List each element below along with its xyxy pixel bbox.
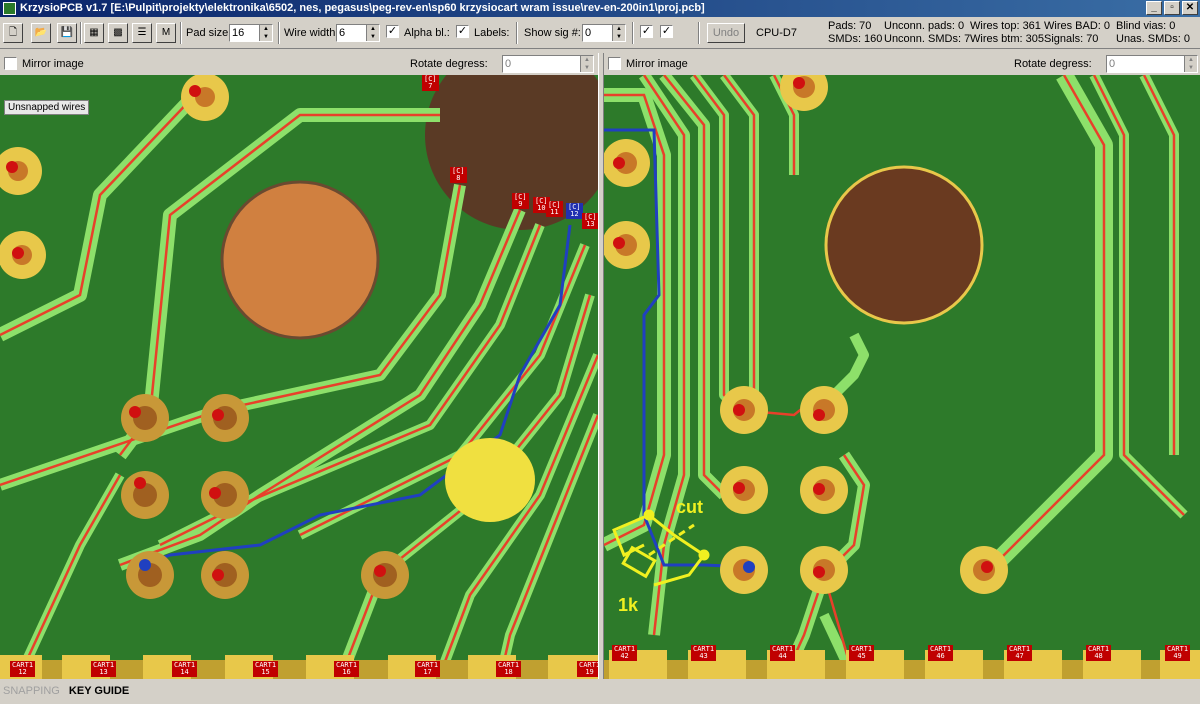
left-pcb-view[interactable]: Unsnapped wires [C] 7 [C] 8 [C] 9 [C] 10 [C]…	[0, 75, 598, 679]
status-bar: SNAPPING KEY GUIDE	[0, 682, 1200, 704]
undo-button[interactable]: Undo	[707, 23, 745, 43]
cart-pin-label: CART1 42	[612, 645, 638, 661]
resistor-annotation: 1k	[618, 595, 639, 615]
right-panel: Mirror image Rotate degress: 0 ▲ ▼ cut 1…	[604, 53, 1200, 679]
open-folder-icon[interactable]: 📂	[31, 23, 51, 43]
close-button[interactable]: ✕	[1182, 1, 1198, 15]
cart-pin-label: CART1 48	[1086, 645, 1112, 661]
cart-pin-label: CART1 46	[928, 645, 954, 661]
app-icon	[3, 2, 16, 15]
mounting-hole	[824, 165, 984, 325]
right-pcb-canvas[interactable]: cut 1k	[604, 75, 1200, 679]
key-guide-button[interactable]: KEY GUIDE	[69, 685, 129, 697]
cart-pin-label: CART1 15	[253, 661, 279, 677]
show-sig-stepper[interactable]: 0 ▲ ▼	[582, 24, 626, 42]
layers-icon[interactable]: ☰	[132, 23, 152, 43]
cart-pin-label: CART1 49	[1165, 645, 1191, 661]
cut-annotation: cut	[676, 497, 703, 517]
right-rotate-stepper[interactable]: 0 ▲ ▼	[1106, 55, 1198, 73]
title-bar: KrzysioPCB v1.7 [E:\Pulpit\projekty\elek…	[0, 0, 1200, 17]
cart-pin-label: CART1 19	[577, 661, 598, 677]
right-pcb-view[interactable]: cut 1k CART1 42 CART1 43 CART1 44 CART1 45 C…	[604, 75, 1200, 679]
right-mirror-checkbox[interactable]	[608, 57, 621, 70]
snapping-status: SNAPPING	[3, 685, 60, 697]
pin-label: [C] 13	[582, 213, 598, 229]
wire-width-label: Wire width:	[284, 27, 339, 39]
right-mirror-label: Mirror image	[626, 58, 688, 70]
png-export-icon[interactable]: ▩	[108, 23, 128, 43]
toggle-checkbox-1[interactable]: ✓	[640, 25, 653, 38]
left-rotate-label: Rotate degress:	[410, 58, 488, 70]
alpha-label: Alpha bl.:	[404, 27, 450, 39]
left-mirror-checkbox[interactable]	[4, 57, 17, 70]
left-pcb-canvas[interactable]	[0, 75, 598, 679]
maximize-button[interactable]: ▫	[1164, 1, 1180, 15]
mounting-hole	[220, 180, 380, 340]
toolbar: 🗋 📂 💾 ▦ ▩ ☰ M Pad size: 16 ▲ ▼ Wire width:…	[0, 17, 1200, 49]
left-rotate-stepper[interactable]: 0 ▲ ▼	[502, 55, 594, 73]
cart-pin-label: CART1 44	[770, 645, 796, 661]
pad-size-stepper[interactable]: 16 ▲ ▼	[229, 24, 273, 42]
show-sig-label: Show sig #:	[524, 27, 581, 39]
cart-pin-label: CART1 47	[1007, 645, 1033, 661]
left-mirror-label: Mirror image	[22, 58, 84, 70]
pin-label: [C] 12	[566, 203, 583, 219]
toggle-checkbox-2[interactable]: ✓	[660, 25, 673, 38]
cart-pin-label: CART1 45	[849, 645, 875, 661]
cart-pin-label: CART1 43	[691, 645, 717, 661]
left-panel: Mirror image Rotate degress: 0 ▲ ▼ Unsna…	[0, 53, 598, 679]
pin-label: [C] 7	[422, 75, 439, 91]
labels-checkbox[interactable]: ✓	[456, 25, 469, 38]
alpha-checkbox[interactable]: ✓	[386, 25, 399, 38]
m-button[interactable]: M	[156, 23, 176, 43]
minimize-button[interactable]: _	[1146, 1, 1162, 15]
wire-width-stepper[interactable]: 6 ▲ ▼	[336, 24, 380, 42]
pin-label: [C] 8	[450, 167, 467, 183]
cart-pin-label: CART1 13	[91, 661, 117, 677]
labels-label: Labels:	[474, 27, 510, 39]
pin-label: [C] 9	[512, 193, 529, 209]
cart-pin-label: CART1 18	[496, 661, 522, 677]
cart-pin-label: CART1 16	[334, 661, 360, 677]
stats-pads: Pads: 70 SMDs: 160	[828, 20, 883, 45]
stats-bad: Wires BAD: 0 Signals: 70	[1044, 20, 1111, 45]
stats-unconn: Unconn. pads: 0 Unconn. SMDs: 7	[884, 20, 971, 45]
solder-blob	[445, 438, 535, 522]
pad-size-label: Pad size:	[186, 27, 232, 39]
cart-pin-label: CART1 17	[415, 661, 441, 677]
save-icon[interactable]: 💾	[57, 23, 77, 43]
stats-vias: Blind vias: 0 Unas. SMDs: 0	[1116, 20, 1190, 45]
unsnapped-wires-label: Unsnapped wires	[4, 100, 90, 115]
export-icon[interactable]: ▦	[84, 23, 104, 43]
window-title: KrzysioPCB v1.7 [E:\Pulpit\projekty\elek…	[20, 2, 705, 14]
stats-wires: Wires top: 361 Wires btm: 305	[970, 20, 1044, 45]
cart-pin-label: CART1 14	[172, 661, 198, 677]
cart-pin-label: CART1 12	[10, 661, 36, 677]
pin-label: [C] 11	[546, 201, 563, 217]
component-name: CPU-D7	[756, 27, 797, 39]
new-file-icon[interactable]: 🗋	[3, 23, 23, 43]
right-rotate-label: Rotate degress:	[1014, 58, 1092, 70]
